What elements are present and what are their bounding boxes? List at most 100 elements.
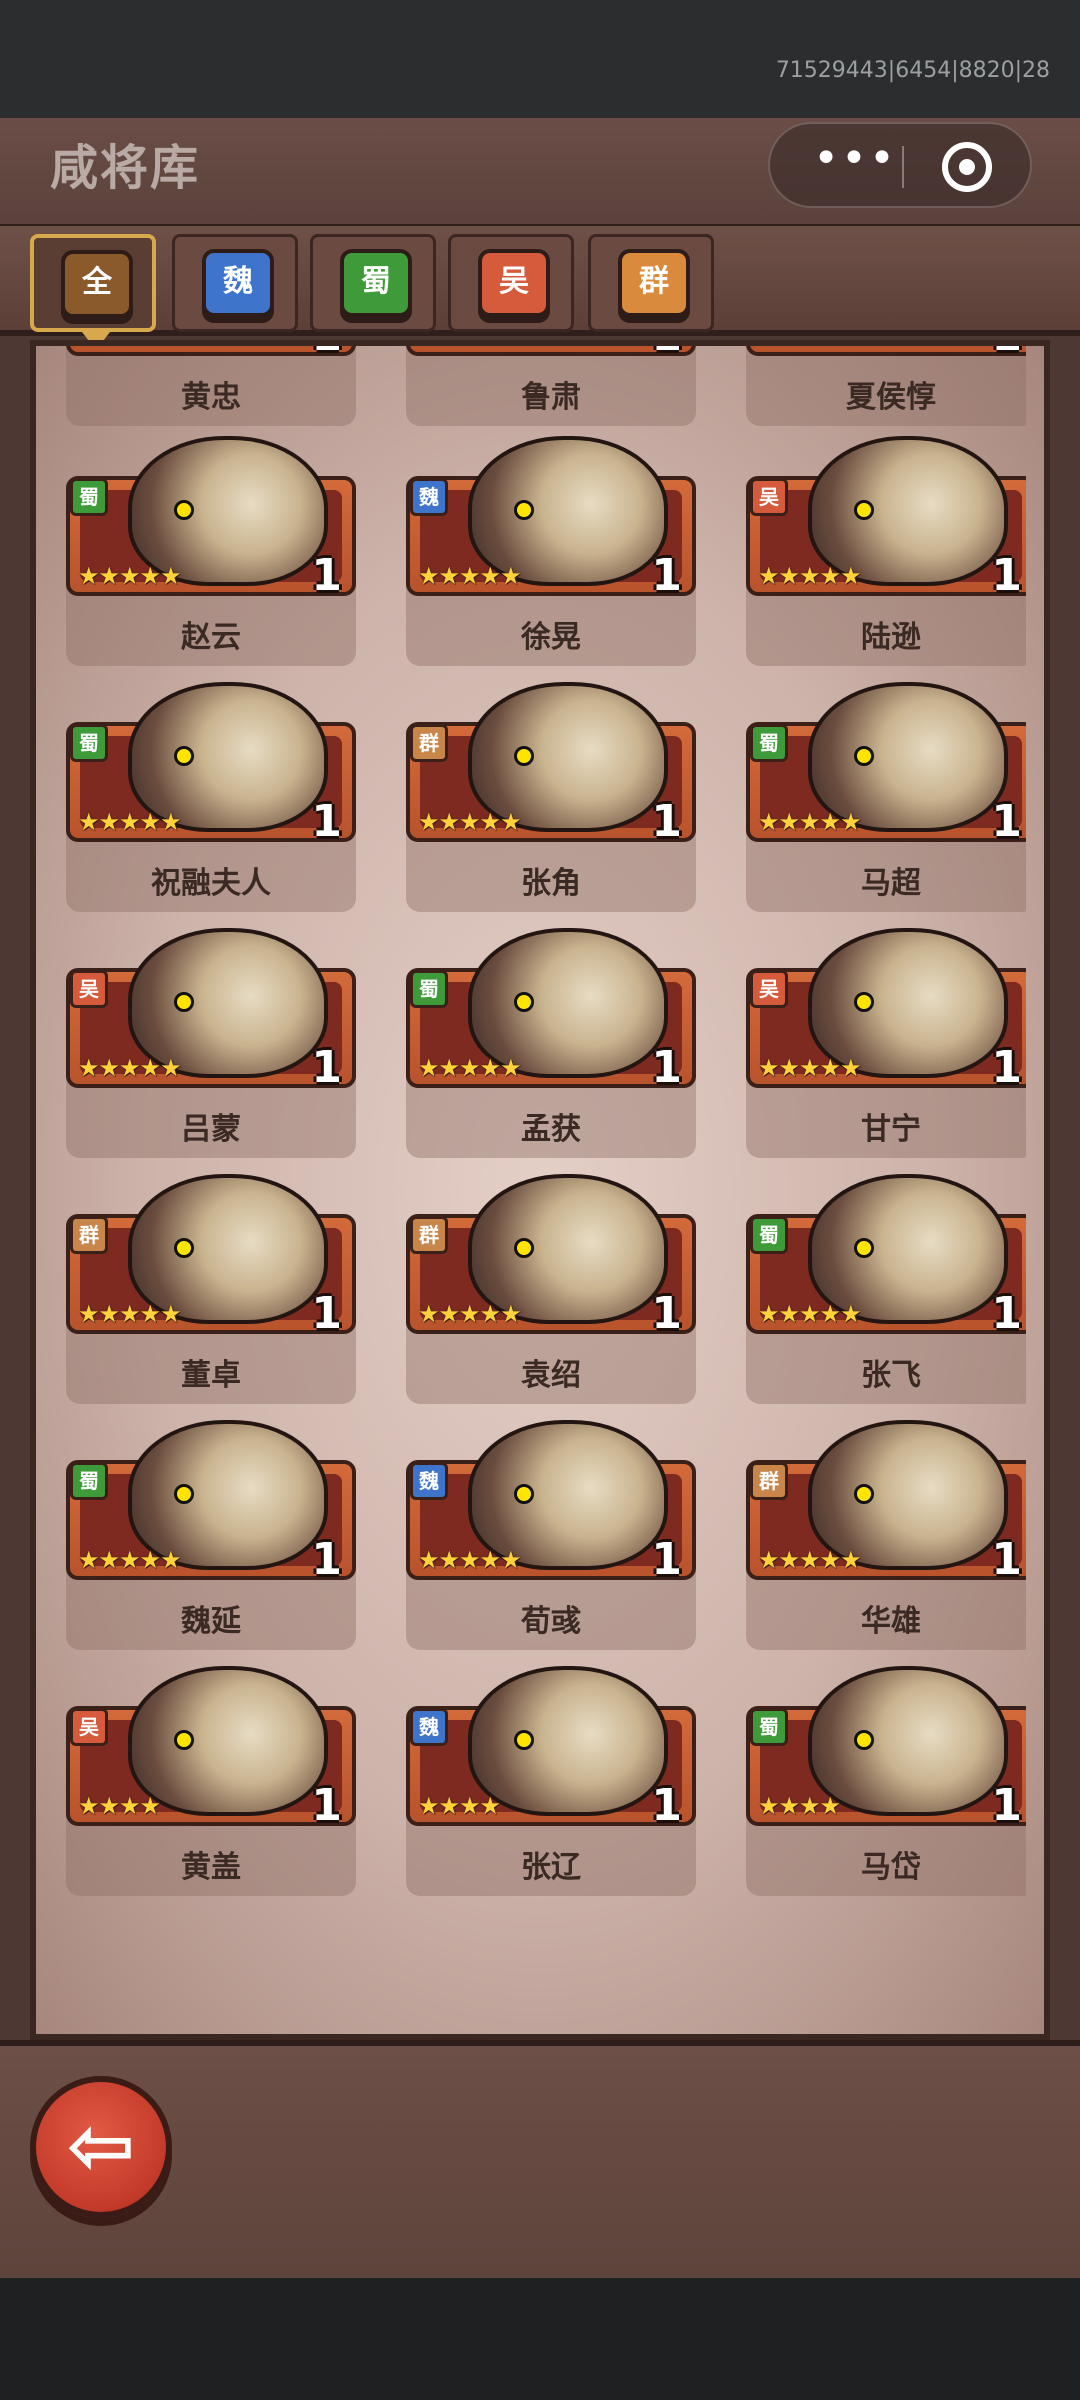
hero-name: 董卓 xyxy=(181,1358,241,1393)
tab-badge: 魏 xyxy=(202,249,274,317)
hero-eye xyxy=(174,500,194,520)
hero-card[interactable]: 魏 ★★★★★ 1 荀彧 xyxy=(406,1420,696,1652)
star-rating: ★★★★★ xyxy=(418,1300,522,1328)
hero-card[interactable]: 蜀 ★★★★ 1 马岱 xyxy=(746,1666,1026,1898)
tab-1[interactable]: 魏 xyxy=(172,234,298,332)
close-miniprogram-icon[interactable] xyxy=(942,142,992,192)
hero-level: 1 xyxy=(311,1288,342,1339)
hero-name: 张辽 xyxy=(521,1850,581,1885)
faction-badge: 蜀 xyxy=(750,1708,788,1746)
hero-name: 马岱 xyxy=(861,1850,921,1885)
faction-badge: 群 xyxy=(750,1462,788,1500)
star-rating: ★★★★★ xyxy=(418,562,522,590)
hero-card[interactable]: 蜀 ★★★★★ 1 张飞 xyxy=(746,1174,1026,1406)
back-arrow-icon: ⇦ xyxy=(66,2099,136,2194)
tab-4[interactable]: 群 xyxy=(588,234,714,332)
hero-level: 1 xyxy=(991,796,1022,847)
faction-badge: 魏 xyxy=(410,1462,448,1500)
tab-3[interactable]: 吴 xyxy=(448,234,574,332)
hero-eye xyxy=(174,1730,194,1750)
hero-card[interactable]: 群 ★★★★★ 1 袁绍 xyxy=(406,1174,696,1406)
faction-badge: 群 xyxy=(70,1216,108,1254)
top-status-strip: 71529443|6454|8820|28 xyxy=(0,0,1080,118)
hero-card[interactable]: 魏 ★★★★★ 1 徐晃 xyxy=(406,436,696,668)
page-title: 咸将库 xyxy=(50,140,201,196)
hero-card[interactable]: 群 ★★★★★ 1 张角 xyxy=(406,682,696,914)
hero-name: 黄忠 xyxy=(181,380,241,415)
star-rating: ★★★★★ xyxy=(78,562,182,590)
star-rating: ★★★★★ xyxy=(418,1054,522,1082)
star-rating: ★★★★★ xyxy=(418,1546,522,1574)
mini-program-capsule: ••• xyxy=(768,122,1032,208)
hero-level: 1 xyxy=(311,1042,342,1093)
hero-level: 1 xyxy=(991,550,1022,601)
hero-card[interactable]: 蜀 ★★★★★ 1 赵云 xyxy=(66,436,356,668)
hero-card[interactable]: 吴 ★★★★ 1 黄盖 xyxy=(66,1666,356,1898)
hero-eye xyxy=(174,992,194,1012)
tab-2[interactable]: 蜀 xyxy=(310,234,436,332)
hero-eye xyxy=(854,992,874,1012)
hero-card[interactable]: 群 ★★★★★ 1 董卓 xyxy=(66,1174,356,1406)
hero-card[interactable]: 群 ★★★★★ 1 华雄 xyxy=(746,1420,1026,1652)
hero-eye xyxy=(514,1238,534,1258)
hero-level: 1 xyxy=(311,550,342,601)
star-rating: ★★★★ xyxy=(758,1792,841,1820)
hero-name: 夏侯惇 xyxy=(846,380,936,415)
faction-badge: 吴 xyxy=(750,478,788,516)
hero-card[interactable]: ★★★★★ 1 黄忠 xyxy=(66,346,356,428)
hero-eye xyxy=(854,746,874,766)
faction-badge: 蜀 xyxy=(750,724,788,762)
star-rating: ★★★★★ xyxy=(758,1300,862,1328)
more-menu-button[interactable]: ••• xyxy=(810,137,900,188)
hero-name: 黄盖 xyxy=(181,1850,241,1885)
hero-name: 甘宁 xyxy=(861,1112,921,1147)
hero-level: 1 xyxy=(311,1534,342,1585)
tab-badge: 全 xyxy=(61,250,133,318)
hero-name: 荀彧 xyxy=(521,1604,581,1639)
hero-eye xyxy=(854,1484,874,1504)
hero-eye xyxy=(514,1484,534,1504)
hero-level: 1 xyxy=(311,796,342,847)
debug-id-text: 71529443|6454|8820|28 xyxy=(775,58,1050,83)
hero-name: 张角 xyxy=(521,866,581,901)
back-button[interactable]: ⇦ xyxy=(30,2076,172,2218)
hero-eye xyxy=(514,1730,534,1750)
star-rating: ★★★★★ xyxy=(78,1300,182,1328)
faction-badge: 蜀 xyxy=(70,724,108,762)
hero-eye xyxy=(854,500,874,520)
star-rating: ★★★★★ xyxy=(758,1054,862,1082)
hero-eye xyxy=(514,746,534,766)
hero-name: 魏延 xyxy=(181,1604,241,1639)
hero-name: 孟获 xyxy=(521,1112,581,1147)
hero-card[interactable]: ★★★★★ 1 鲁肃 xyxy=(406,346,696,428)
hero-card[interactable]: 蜀 ★★★★★ 1 祝融夫人 xyxy=(66,682,356,914)
hero-card[interactable]: 吴 ★★★★★ 1 陆逊 xyxy=(746,436,1026,668)
system-nav-strip xyxy=(0,2278,1080,2400)
faction-badge: 蜀 xyxy=(70,478,108,516)
hero-card[interactable]: 蜀 ★★★★★ 1 魏延 xyxy=(66,1420,356,1652)
capsule-divider xyxy=(902,146,904,188)
hero-level: 1 xyxy=(991,1042,1022,1093)
hero-name: 徐晃 xyxy=(521,620,581,655)
hero-name: 华雄 xyxy=(861,1604,921,1639)
hero-level: 1 xyxy=(311,1780,342,1831)
faction-badge: 蜀 xyxy=(410,970,448,1008)
faction-badge: 吴 xyxy=(750,970,788,1008)
hero-card[interactable]: 蜀 ★★★★★ 1 孟获 xyxy=(406,928,696,1160)
hero-card[interactable]: 吴 ★★★★★ 1 吕蒙 xyxy=(66,928,356,1160)
star-rating: ★★★★ xyxy=(78,1792,161,1820)
hero-card[interactable]: ★★★★★ 1 夏侯惇 xyxy=(746,346,1026,428)
tab-badge: 吴 xyxy=(478,249,550,317)
hero-level: 1 xyxy=(991,346,1022,361)
hero-card[interactable]: 吴 ★★★★★ 1 甘宁 xyxy=(746,928,1026,1160)
tab-0[interactable]: 全 xyxy=(30,234,156,350)
star-rating: ★★★★★ xyxy=(758,808,862,836)
star-rating: ★★★★★ xyxy=(78,808,182,836)
faction-badge: 群 xyxy=(410,1216,448,1254)
star-rating: ★★★★ xyxy=(418,1792,501,1820)
faction-tab-bar: 全 魏蜀吴群 xyxy=(0,226,1080,350)
hero-name: 吕蒙 xyxy=(181,1112,241,1147)
hero-card[interactable]: 魏 ★★★★ 1 张辽 xyxy=(406,1666,696,1898)
hero-card[interactable]: 蜀 ★★★★★ 1 马超 xyxy=(746,682,1026,914)
hero-level: 1 xyxy=(651,1534,682,1585)
